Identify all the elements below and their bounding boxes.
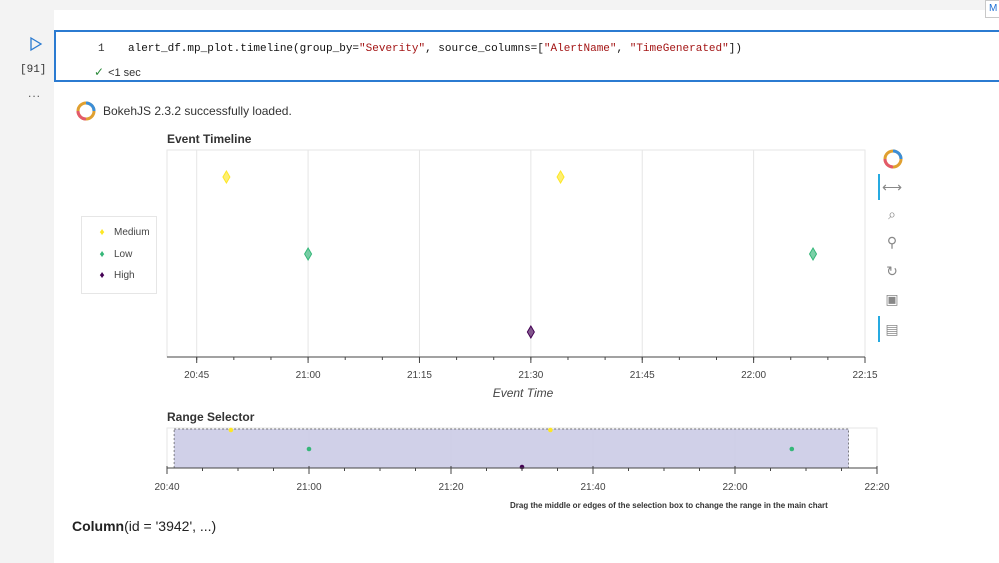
pan-icon[interactable]: ⟷ <box>881 176 903 198</box>
range-hint-text: Drag the middle or edges of the selectio… <box>510 501 828 510</box>
x-tick-label: 21:15 <box>407 370 432 381</box>
x-tick-label: 22:00 <box>741 370 766 381</box>
range-point-low <box>789 446 795 452</box>
wheel-zoom-icon[interactable]: ⚲ <box>881 231 903 253</box>
chart-legend: ♦ Medium ♦ Low ♦ High <box>81 216 157 294</box>
play-icon[interactable] <box>30 36 43 56</box>
x-tick-label: 20:45 <box>184 370 209 381</box>
execution-count: [91] <box>20 64 47 76</box>
range-x-tick-label: 21:40 <box>580 482 605 493</box>
range-x-tick-label: 20:40 <box>154 482 179 493</box>
active-inspector-indicator <box>878 316 880 342</box>
x-tick-label: 21:45 <box>630 370 655 381</box>
check-icon: ✓ <box>94 65 105 79</box>
plot-area <box>166 149 866 358</box>
code-editor[interactable]: alert_df.mp_plot.timeline(group_by="Seve… <box>128 43 742 55</box>
chart-toolbar: ⟷ ⌕ ⚲ ↻ ▣ ▤ <box>878 148 906 348</box>
range-selector-chart[interactable]: 20:40 21:00 21:20 21:40 22:00 22:20 <box>154 427 890 498</box>
execution-status: ✓ <1 sec <box>94 65 141 79</box>
event-timeline-chart[interactable]: 20:45 21:00 21:15 21:30 21:45 22:00 22:15 Event… <box>166 149 878 410</box>
range-point-low <box>306 446 312 452</box>
range-point-medium <box>228 427 234 433</box>
hover-icon[interactable]: ▤ <box>881 318 903 340</box>
column-output: Column(id = '3942', ...) <box>72 518 217 534</box>
cell-gutter <box>0 10 54 563</box>
code-cell[interactable]: 1 alert_df.mp_plot.timeline(group_by="Se… <box>54 30 999 82</box>
top-bar <box>0 0 999 10</box>
range-x-tick-label: 21:20 <box>438 482 463 493</box>
active-tool-indicator <box>878 174 880 200</box>
x-tick-label: 22:15 <box>852 370 877 381</box>
range-x-tick-label: 21:00 <box>296 482 321 493</box>
range-selection-box <box>173 428 849 469</box>
more-options-button[interactable]: ... <box>28 86 41 100</box>
range-selector-title: Range Selector <box>167 410 255 424</box>
range-x-tick-label: 22:20 <box>864 482 889 493</box>
reset-icon[interactable]: ↻ <box>881 260 903 282</box>
corner-button[interactable]: M <box>985 0 999 18</box>
x-axis-label: Event Time <box>493 386 554 400</box>
legend-item-high: ♦ High <box>99 270 135 281</box>
save-icon[interactable]: ▣ <box>881 288 903 310</box>
main-chart-title: Event Timeline <box>167 132 252 146</box>
x-tick-label: 21:30 <box>518 370 543 381</box>
x-tick-label: 21:00 <box>296 370 321 381</box>
bokeh-toolbar-logo-icon[interactable] <box>882 148 904 170</box>
line-number: 1 <box>98 43 105 55</box>
legend-item-low: ♦ Low <box>99 249 133 260</box>
box-zoom-icon[interactable]: ⌕ <box>881 203 903 225</box>
range-point-medium <box>548 427 553 433</box>
bokeh-logo-icon <box>76 101 96 121</box>
legend-item-medium: ♦ Medium <box>99 227 150 238</box>
range-x-tick-label: 22:00 <box>722 482 747 493</box>
